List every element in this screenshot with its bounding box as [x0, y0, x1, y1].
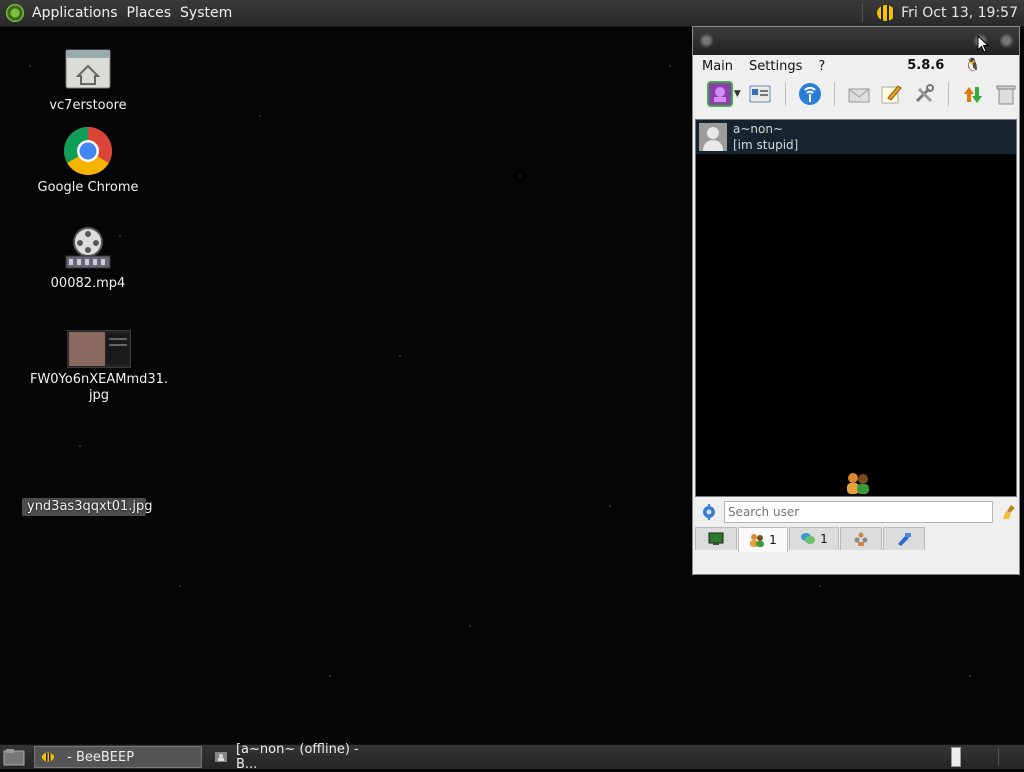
applications-menu[interactable]: Applications	[32, 5, 127, 21]
desktop-icon-label: FW0Yo6nXEAMmd31. jpg	[29, 372, 169, 403]
desktop-icon-image-file[interactable]: FW0Yo6nXEAMmd31. jpg	[26, 329, 172, 404]
desktop-icon-home[interactable]: vc7erstoore	[40, 46, 136, 114]
version-number: 5.8.6	[907, 58, 945, 73]
beebeep-window: Main Settings ? 5.8.6 🐧 ▼ a~non~ [im stu…	[692, 26, 1020, 575]
close-button[interactable]	[999, 33, 1014, 48]
chat-icon	[801, 533, 816, 544]
desktop-icon-label: 00082.mp4	[50, 276, 126, 291]
chevron-down-icon[interactable]: ▼	[734, 89, 741, 99]
envelope-icon	[848, 88, 870, 103]
trash-icon	[996, 85, 1016, 105]
top-panel: Applications Places System Fri Oct 13, 1…	[0, 0, 1024, 27]
search-input[interactable]	[723, 501, 994, 523]
users-icon	[750, 534, 765, 547]
film-reel-icon	[65, 227, 111, 269]
tab-chats[interactable]: 1	[789, 527, 839, 550]
status-message-button[interactable]	[748, 81, 774, 107]
toolbar-separator	[833, 82, 835, 106]
bee-icon	[42, 752, 54, 762]
system-menu[interactable]: System	[180, 5, 241, 21]
user-status: [im stupid]	[733, 138, 799, 152]
share-icon	[898, 533, 911, 546]
message-button[interactable]	[846, 81, 872, 107]
tools-button[interactable]	[911, 81, 937, 107]
image-thumbnail-icon	[66, 329, 132, 369]
chat-window-icon	[214, 752, 227, 762]
tab-bar: 1 1	[695, 527, 1017, 552]
network-icon	[798, 83, 821, 105]
taskbar-item-beebeep[interactable]: - BeeBEEP	[34, 746, 202, 768]
avatar-button[interactable]	[707, 81, 733, 107]
help-menu[interactable]: ?	[818, 59, 825, 74]
clear-search-icon[interactable]	[1001, 504, 1017, 520]
desktop-icon-video-file[interactable]: 00082.mp4	[40, 226, 136, 292]
search-options-icon[interactable]	[700, 503, 718, 521]
computer-icon	[708, 532, 724, 545]
tab-users-count: 1	[769, 533, 777, 547]
tab-share[interactable]	[883, 527, 925, 550]
distro-logo-icon[interactable]	[6, 4, 24, 22]
pencil-icon	[881, 85, 903, 104]
desktop-icon-google-chrome[interactable]: Google Chrome	[36, 126, 140, 196]
desktop-icon-label: ynd3as3qqxt01.jpg	[22, 498, 153, 516]
settings-menu[interactable]: Settings	[749, 59, 802, 74]
file-transfer-button[interactable]	[960, 81, 986, 107]
search-bar	[695, 499, 1017, 525]
window-menu-button[interactable]	[699, 33, 714, 48]
main-menu[interactable]: Main	[702, 59, 733, 74]
taskbar-item-chat[interactable]: [a~non~ (offline) - B...	[208, 742, 384, 772]
beebeep-tray-icon[interactable]	[877, 5, 896, 21]
toolbar: ▼	[693, 77, 1019, 111]
workspace-separator	[998, 748, 999, 766]
version-label: 5.8.6 🐧	[907, 58, 997, 73]
taskbar: - BeeBEEP [a~non~ (offline) - B...	[0, 742, 1024, 772]
tab-groups[interactable]	[840, 527, 882, 550]
toolbar-separator	[948, 82, 950, 106]
places-menu[interactable]: Places	[127, 5, 181, 21]
window-titlebar[interactable]	[693, 27, 1019, 55]
user-name: a~non~	[733, 122, 784, 136]
show-desktop-icon[interactable]	[3, 748, 25, 766]
list-item[interactable]: a~non~ [im stupid]	[696, 120, 1016, 154]
tab-chats-count: 1	[820, 532, 828, 546]
home-folder-icon	[65, 49, 111, 89]
desktop-icon-label: Google Chrome	[37, 180, 139, 195]
menu-bar: Main Settings ? 5.8.6 🐧	[693, 55, 1019, 77]
clock[interactable]: Fri Oct 13, 19:57	[901, 5, 1018, 21]
toolbar-separator	[784, 82, 786, 106]
edit-profile-icon	[749, 85, 771, 103]
chrome-icon	[63, 126, 113, 176]
tools-icon	[916, 84, 935, 103]
profile-icon	[713, 87, 726, 102]
users-group-icon	[844, 471, 872, 500]
desktop-icon-selected-file[interactable]: ynd3as3qqxt01.jpg	[22, 498, 153, 516]
avatar	[699, 123, 727, 151]
compose-button[interactable]	[879, 81, 905, 107]
workspace-indicator[interactable]	[951, 747, 961, 767]
tab-computers[interactable]	[695, 527, 737, 550]
network-button[interactable]	[797, 81, 823, 107]
mouse-cursor-icon	[977, 35, 989, 53]
tab-users[interactable]: 1	[738, 527, 788, 552]
panel-tray: Fri Oct 13, 19:57	[862, 0, 1018, 26]
file-transfer-icon	[964, 87, 983, 103]
desktop-icon-label: vc7erstoore	[49, 98, 127, 113]
user-list: a~non~ [im stupid]	[695, 119, 1017, 497]
clear-button[interactable]	[993, 81, 1019, 107]
panel-separator	[862, 4, 864, 22]
user-info: a~non~ [im stupid]	[733, 121, 798, 153]
groups-icon	[854, 532, 868, 546]
linux-icon: 🐧	[964, 58, 981, 73]
taskbar-item-label: - BeeBEEP	[63, 749, 135, 765]
